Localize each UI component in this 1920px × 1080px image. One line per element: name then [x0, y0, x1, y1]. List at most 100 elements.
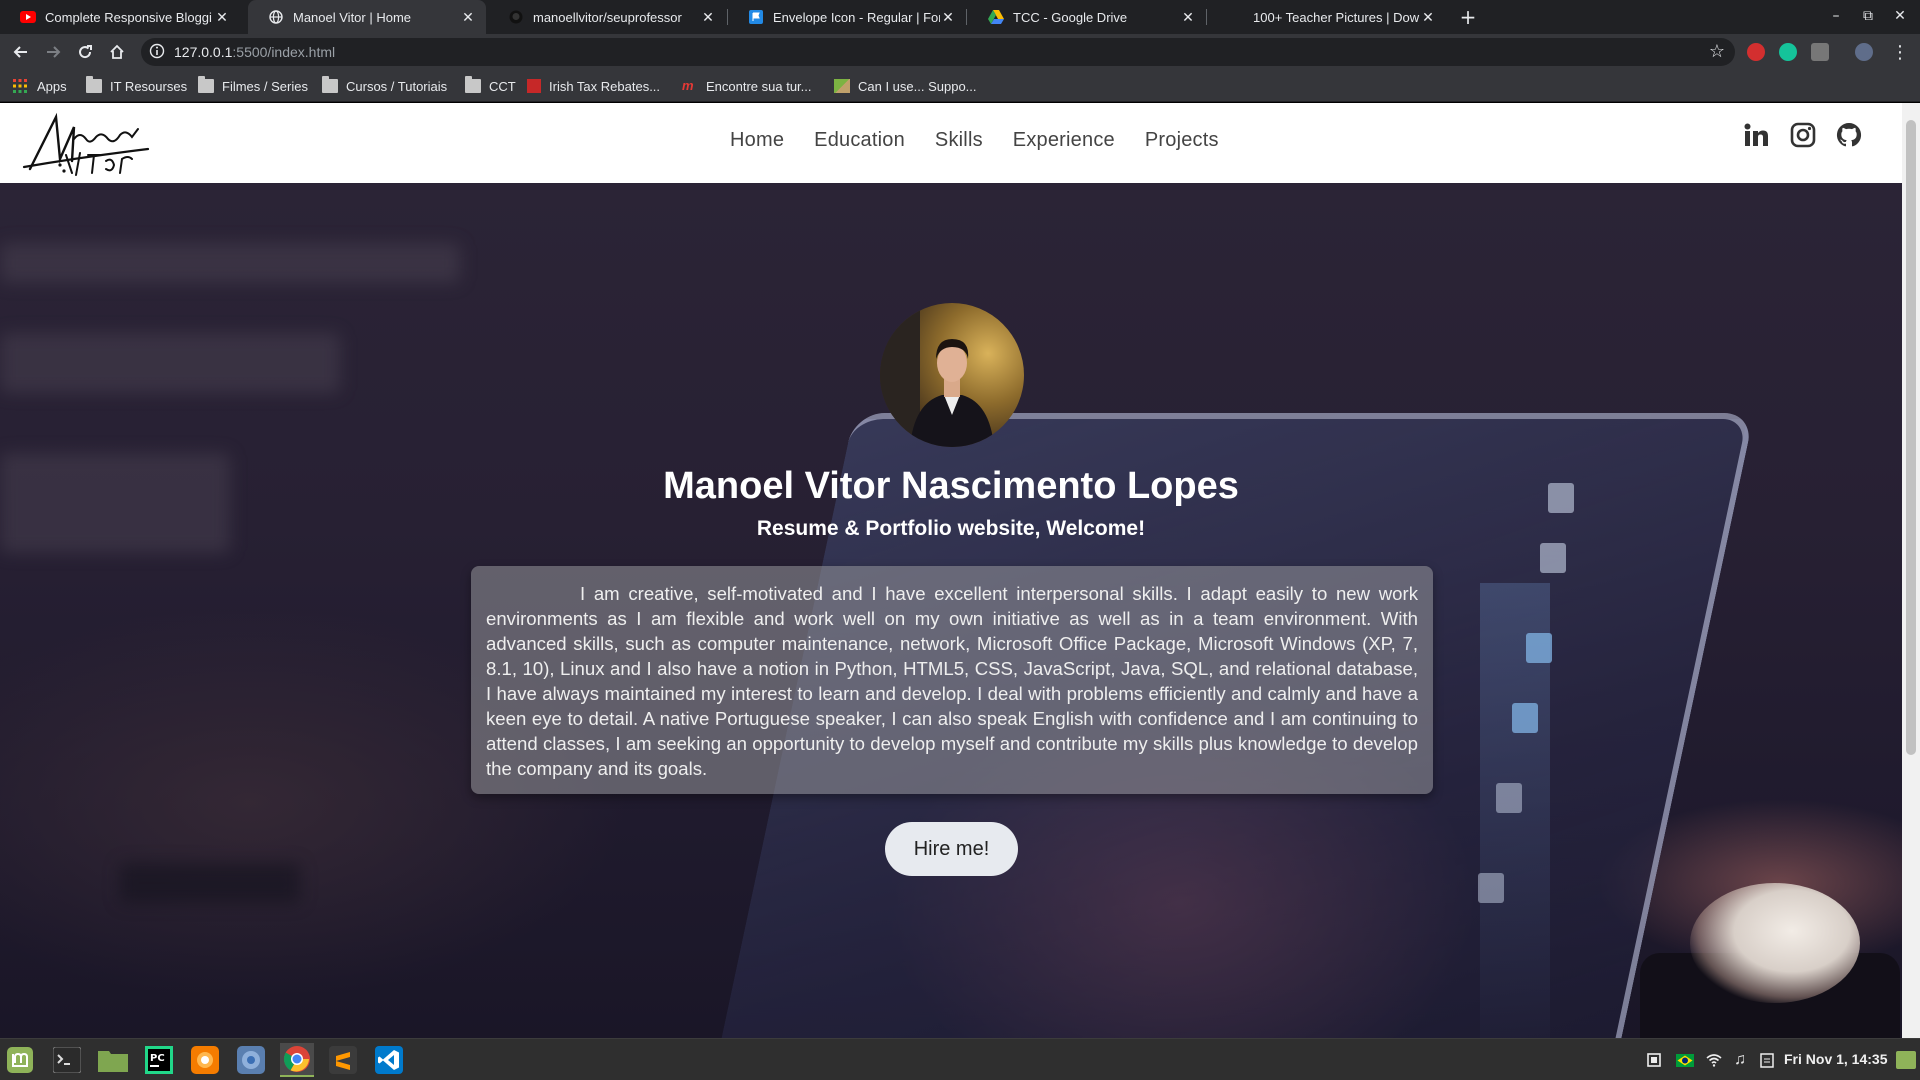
github-icon[interactable] — [1836, 122, 1866, 152]
reload-icon[interactable] — [73, 40, 97, 64]
close-tab-icon[interactable]: ✕ — [940, 9, 956, 26]
linkedin-icon[interactable] — [1743, 122, 1773, 152]
bookmarks-bar: Apps IT Resourses Filmes / Series Cursos… — [0, 70, 1920, 102]
profile-avatar[interactable] — [1855, 43, 1873, 61]
nav-experience[interactable]: Experience — [1013, 129, 1115, 152]
bookmark-cct[interactable]: CCT — [465, 76, 516, 95]
about-text: I am creative, self-motivated and I have… — [486, 583, 1418, 779]
folder-icon — [86, 76, 102, 93]
extension-grammarly-icon[interactable] — [1779, 43, 1797, 61]
bookmark-label: IT Resourses — [110, 78, 188, 94]
bookmark-m-icon: m — [682, 78, 694, 93]
nav-education[interactable]: Education — [814, 129, 905, 152]
bookmark-star-icon[interactable]: ☆ — [1709, 41, 1725, 62]
bookmark-label: Filmes / Series — [222, 78, 308, 94]
brazil-flag-icon[interactable] — [1676, 1050, 1694, 1070]
close-tab-icon[interactable]: ✕ — [700, 9, 716, 26]
nav-projects[interactable]: Projects — [1145, 129, 1219, 152]
tab-separator — [966, 9, 967, 25]
terminal-icon[interactable] — [50, 1043, 84, 1077]
tab-title: TCC - Google Drive — [1013, 9, 1128, 25]
nav-home[interactable]: Home — [730, 129, 784, 152]
close-tab-icon[interactable]: ✕ — [460, 9, 476, 26]
bookmark-cursos-tutoriais[interactable]: Cursos / Tutoriais — [322, 76, 448, 95]
tab-title: Envelope Icon - Regular | Font — [773, 9, 940, 25]
hero-section: Manoel Vitor Nascimento Lopes Resume & P… — [0, 183, 1902, 1038]
bookmark-it-resourses[interactable]: IT Resourses — [86, 76, 188, 95]
close-tab-icon[interactable]: ✕ — [1180, 9, 1196, 26]
bookmark-apps[interactable]: Apps — [13, 77, 67, 95]
background-desktop-icon — [1512, 703, 1538, 733]
show-desktop-button[interactable] — [1896, 1050, 1916, 1070]
instagram-icon[interactable] — [1790, 122, 1820, 152]
url-host: 127.0.0.1 — [174, 44, 233, 60]
bookmark-label: Irish Tax Rebates... — [549, 78, 661, 94]
tab-seuprofessor[interactable]: manoellvitor/seuprofessor ✕ — [488, 0, 726, 34]
forward-icon[interactable] — [41, 40, 65, 64]
vscode-icon[interactable] — [372, 1043, 406, 1077]
hero-name: Manoel Vitor Nascimento Lopes — [663, 465, 1239, 507]
tab-blogger[interactable]: Complete Responsive Bloggi ✕ — [0, 0, 240, 34]
clipboard-tray-icon[interactable] — [1646, 1050, 1662, 1070]
bookmark-label: CCT — [489, 78, 516, 94]
menu-dots-icon[interactable]: ⋮ — [1888, 40, 1912, 64]
close-tab-icon[interactable]: ✕ — [214, 9, 230, 26]
background-blur — [0, 243, 460, 283]
bookmark-label: Cursos / Tutoriais — [346, 78, 448, 94]
photo-icon — [1228, 9, 1244, 25]
info-icon[interactable] — [149, 43, 167, 61]
url-path: :5500/index.html — [232, 44, 336, 60]
music-note-icon[interactable]: ♫ — [1734, 1050, 1746, 1070]
address-bar[interactable]: 127.0.0.1:5500/index.html ☆ — [141, 38, 1735, 66]
clock[interactable]: Fri Nov 1, 14:35 — [1784, 1051, 1888, 1067]
wifi-icon[interactable] — [1706, 1050, 1722, 1070]
minimize-icon[interactable]: – — [1826, 6, 1846, 26]
folder-icon — [465, 76, 481, 93]
extension-icon[interactable] — [1811, 43, 1829, 61]
bookmark-label: Apps — [37, 78, 67, 94]
close-tab-icon[interactable]: ✕ — [1420, 9, 1436, 26]
extension-adblock-icon[interactable] — [1747, 43, 1765, 61]
tab-teacher-pictures[interactable]: 100+ Teacher Pictures | Downl ✕ — [1208, 0, 1446, 34]
browser-toolbar: 127.0.0.1:5500/index.html ☆ ⋮ — [0, 34, 1920, 70]
background-blur — [0, 333, 340, 393]
restore-icon[interactable]: ⧉ — [1858, 6, 1878, 26]
bookmark-can-i-use[interactable]: Can I use... Suppo... — [834, 77, 977, 95]
new-tab-button[interactable]: + — [1456, 5, 1480, 29]
tab-google-drive[interactable]: TCC - Google Drive ✕ — [968, 0, 1206, 34]
bookmark-encontre-sua-tur[interactable]: m Encontre sua tur... — [682, 77, 812, 95]
svg-text:PC: PC — [150, 1053, 165, 1064]
hero-subtitle: Resume & Portfolio website, Welcome! — [756, 517, 1146, 540]
site-header: Home Education Skills Experience Project… — [0, 103, 1902, 183]
firefox-icon[interactable] — [188, 1043, 222, 1077]
page-scrollbar[interactable] — [1902, 103, 1920, 1038]
site-logo[interactable] — [22, 109, 152, 179]
bookmark-label: Can I use... Suppo... — [858, 78, 977, 94]
back-icon[interactable] — [9, 40, 33, 64]
hire-me-button[interactable]: Hire me! — [885, 822, 1018, 876]
scrollbar-thumb[interactable] — [1906, 120, 1916, 755]
tab-envelope-icon[interactable]: Envelope Icon - Regular | Font ✕ — [728, 0, 966, 34]
background-blur — [120, 863, 300, 903]
web-page: Home Education Skills Experience Project… — [0, 103, 1902, 1038]
bookmark-filmes-series[interactable]: Filmes / Series — [198, 76, 308, 95]
close-window-icon[interactable]: ✕ — [1890, 6, 1910, 26]
background-desktop-icon — [1496, 783, 1522, 813]
pycharm-icon[interactable]: PC — [142, 1043, 176, 1077]
chromium-icon[interactable] — [234, 1043, 268, 1077]
tab-separator — [1206, 9, 1207, 25]
clipboard-icon[interactable] — [1760, 1050, 1774, 1070]
sublime-icon[interactable] — [326, 1043, 360, 1077]
apps-grid-icon — [13, 79, 29, 93]
tab-manoel-vitor-home[interactable]: Manoel Vitor | Home ✕ — [248, 0, 486, 34]
home-icon[interactable] — [105, 40, 129, 64]
tab-strip: Complete Responsive Bloggi ✕ Manoel Vito… — [0, 0, 1920, 34]
youtube-icon — [20, 9, 36, 25]
bookmark-caniuse-icon — [834, 79, 850, 93]
nav-skills[interactable]: Skills — [935, 129, 983, 152]
chrome-icon[interactable] — [280, 1043, 314, 1077]
mint-menu-icon[interactable] — [3, 1043, 37, 1077]
bookmark-irish-tax-rebates[interactable]: Irish Tax Rebates... — [527, 77, 660, 95]
files-icon[interactable] — [96, 1043, 130, 1077]
avatar — [880, 303, 1024, 447]
